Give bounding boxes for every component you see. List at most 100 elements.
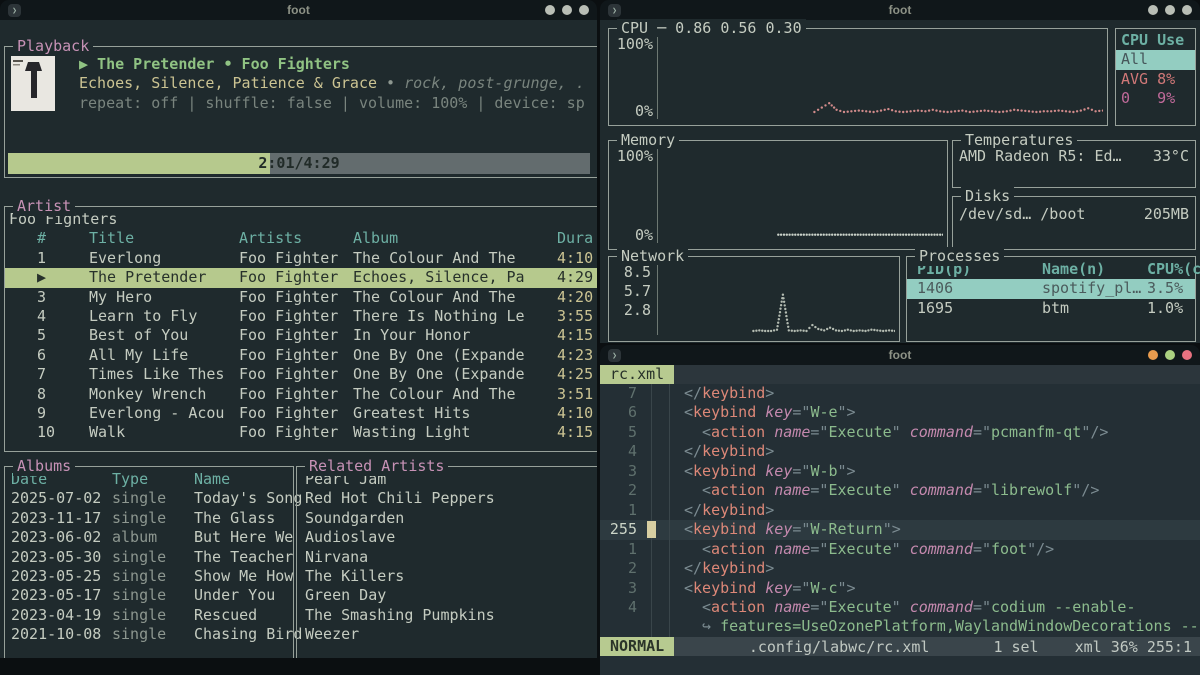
album-row[interactable]: 2023-06-02albumBut Here We [5, 528, 293, 547]
related-artist-item[interactable]: Green Day [305, 586, 597, 605]
code-line[interactable]: 4</keybind> [600, 442, 1200, 461]
related-artist-item[interactable]: Audioslave [305, 528, 597, 547]
sensor-value: 33°C [1153, 147, 1189, 166]
albums-table-body: 2025-07-02singleToday's Song2023-11-17si… [5, 489, 293, 644]
code-line[interactable]: 4<action name="Execute" command="codium … [600, 598, 1200, 617]
close-button[interactable] [579, 5, 589, 15]
col-cpu[interactable]: CPU%(c)▼ [1147, 260, 1200, 279]
minimize-button[interactable] [1148, 350, 1158, 360]
process-row[interactable]: 1406spotify_pl…3.5% [907, 279, 1195, 298]
line-number: 1 [600, 501, 646, 520]
code-line[interactable]: ↪ features=UseOzonePlatform,WaylandWindo… [600, 617, 1200, 636]
editor-bottom-pad [600, 656, 1200, 675]
window-title: foot [600, 3, 1200, 17]
related-artist-item[interactable]: Nirvana [305, 548, 597, 567]
memory-ymin: 0% [611, 226, 653, 245]
code-line[interactable]: 1</keybind> [600, 501, 1200, 520]
track-row[interactable]: 8Monkey WrenchFoo FighterThe Colour And … [5, 385, 597, 404]
process-row[interactable]: 1695btm1.0% [907, 299, 1195, 318]
track-row[interactable]: 4Learn to FlyFoo FighterThere Is Nothing… [5, 307, 597, 326]
related-artist-item[interactable]: The Smashing Pumpkins [305, 606, 597, 625]
playback-options: repeat: off | shuffle: false | volume: 1… [79, 94, 585, 113]
maximize-button[interactable] [562, 5, 572, 15]
progress-time: 2:01/4:29 [8, 153, 590, 174]
cpu-use-avg: AVG 8% [1116, 70, 1195, 89]
memory-graph [659, 149, 943, 241]
monitor-titlebar[interactable]: ❯ foot [600, 0, 1200, 20]
code-line[interactable]: 5<action name="Execute" command="pcmanfm… [600, 423, 1200, 442]
artist-panel-title: Artist [13, 197, 75, 216]
code-line[interactable]: 3<keybind key="W-b"> [600, 462, 1200, 481]
album-row[interactable]: 2023-05-25singleShow Me How [5, 567, 293, 586]
related-artists-panel: Related Artists Pearl JamRed Hot Chili P… [296, 466, 597, 658]
artist-panel: Artist Foo Fighters # Title Artists Albu… [4, 206, 597, 452]
close-button[interactable] [1182, 350, 1192, 360]
progress-bar[interactable]: 2:01/4:29 [8, 153, 590, 174]
close-button[interactable] [1182, 5, 1192, 15]
album-row[interactable]: 2025-07-02singleToday's Song [5, 489, 293, 508]
album-row[interactable]: 2023-05-30singleThe Teacher [5, 548, 293, 567]
network-tick-3: 2.8 [609, 301, 651, 320]
maximize-button[interactable] [1165, 5, 1175, 15]
col-name: Name(n) [1042, 260, 1147, 279]
col-duration: Dura [557, 229, 597, 248]
code-line[interactable]: 7</keybind> [600, 384, 1200, 403]
related-artists-list: Pearl JamRed Hot Chili PeppersSoundgarde… [297, 470, 597, 645]
window-title: foot [600, 348, 1200, 362]
track-row[interactable]: 5Best of YouFoo FighterIn Your Honor4:15 [5, 326, 597, 345]
code-line[interactable]: 6<keybind key="W-e"> [600, 403, 1200, 422]
line-number: 2 [600, 559, 646, 578]
track-row[interactable]: ▶The PretenderFoo FighterEchoes, Silence… [5, 268, 597, 287]
process-table-body: 1406spotify_pl…3.5%1695btm1.0% [907, 279, 1195, 318]
minimize-button[interactable] [1148, 5, 1158, 15]
related-artist-item[interactable]: Soundgarden [305, 509, 597, 528]
line-number: 4 [600, 442, 646, 461]
line-number: 4 [600, 598, 646, 617]
code-line[interactable]: 2<action name="Execute" command="librewo… [600, 481, 1200, 500]
album-row[interactable]: 2023-04-19singleRescued [5, 606, 293, 625]
cpu-use-all[interactable]: All [1116, 50, 1195, 69]
code-line[interactable]: 3<keybind key="W-c"> [600, 579, 1200, 598]
track-row[interactable]: 10WalkFoo FighterWasting Light4:15 [5, 423, 597, 442]
disks-panel-title: Disks [961, 187, 1014, 206]
album-row[interactable]: 2023-11-17singleThe Glass [5, 509, 293, 528]
code-line[interactable]: 1<action name="Execute" command="foot"/> [600, 540, 1200, 559]
player-content: Playback ▶ The Pretender • Foo Fighters … [0, 20, 597, 658]
network-tick-1: 8.5 [609, 263, 651, 282]
network-tick-2: 5.7 [609, 282, 651, 301]
track-row[interactable]: 7Times Like ThesFoo FighterOne By One (E… [5, 365, 597, 384]
tab-rc-xml[interactable]: rc.xml [600, 365, 674, 384]
code-line[interactable]: 2</keybind> [600, 559, 1200, 578]
related-artist-item[interactable]: Red Hot Chili Peppers [305, 489, 597, 508]
track-row[interactable]: 3My HeroFoo FighterThe Colour And The4:2… [5, 288, 597, 307]
track-row[interactable]: 1EverlongFoo FighterThe Colour And The4:… [5, 249, 597, 268]
minimize-button[interactable] [545, 5, 555, 15]
editor-window: ❯ foot rc.xml 7</keybind>6<keybind key="… [600, 345, 1200, 675]
code-area[interactable]: 7</keybind>6<keybind key="W-e">5<action … [600, 384, 1200, 637]
cpu-use-title: CPU Use [1116, 31, 1195, 50]
albums-panel: Albums Date Type Name 2025-07-02singleTo… [4, 466, 294, 658]
player-titlebar[interactable]: ❯ foot [0, 0, 597, 20]
related-artist-item[interactable]: The Killers [305, 567, 597, 586]
line-number: 255 [600, 520, 646, 539]
related-artist-item[interactable]: Weezer [305, 625, 597, 644]
player-window: ❯ foot Playback ▶ The Pretender • Foo Fi… [0, 0, 597, 658]
line-number: 6 [600, 403, 646, 422]
separator: • [386, 74, 395, 92]
maximize-button[interactable] [1165, 350, 1175, 360]
filetype-position: xml 36% 255:1 [1075, 638, 1192, 656]
track-row[interactable]: 6All My LifeFoo FighterOne By One (Expan… [5, 346, 597, 365]
monitor-window: ❯ foot CPU ─ 0.86 0.56 0.30 100% 0% CPU … [600, 0, 1200, 343]
album-row[interactable]: 2021-10-08singleChasing Bird [5, 625, 293, 644]
selection-count: 1 sel [993, 638, 1038, 656]
col-title: Title [89, 229, 239, 248]
line-number: 5 [600, 423, 646, 442]
track-row[interactable]: 9Everlong - AcouFoo FighterGreatest Hits… [5, 404, 597, 423]
playback-panel-title: Playback [13, 37, 93, 56]
albums-panel-title: Albums [13, 457, 75, 476]
code-line[interactable]: 255<keybind key="W-Return"> [600, 520, 1200, 539]
album-row[interactable]: 2023-05-17singleUnder You [5, 586, 293, 605]
cpu-use-core0: 0 9% [1116, 89, 1195, 108]
editor-titlebar[interactable]: ❯ foot [600, 345, 1200, 365]
memory-ymax: 100% [611, 147, 653, 166]
